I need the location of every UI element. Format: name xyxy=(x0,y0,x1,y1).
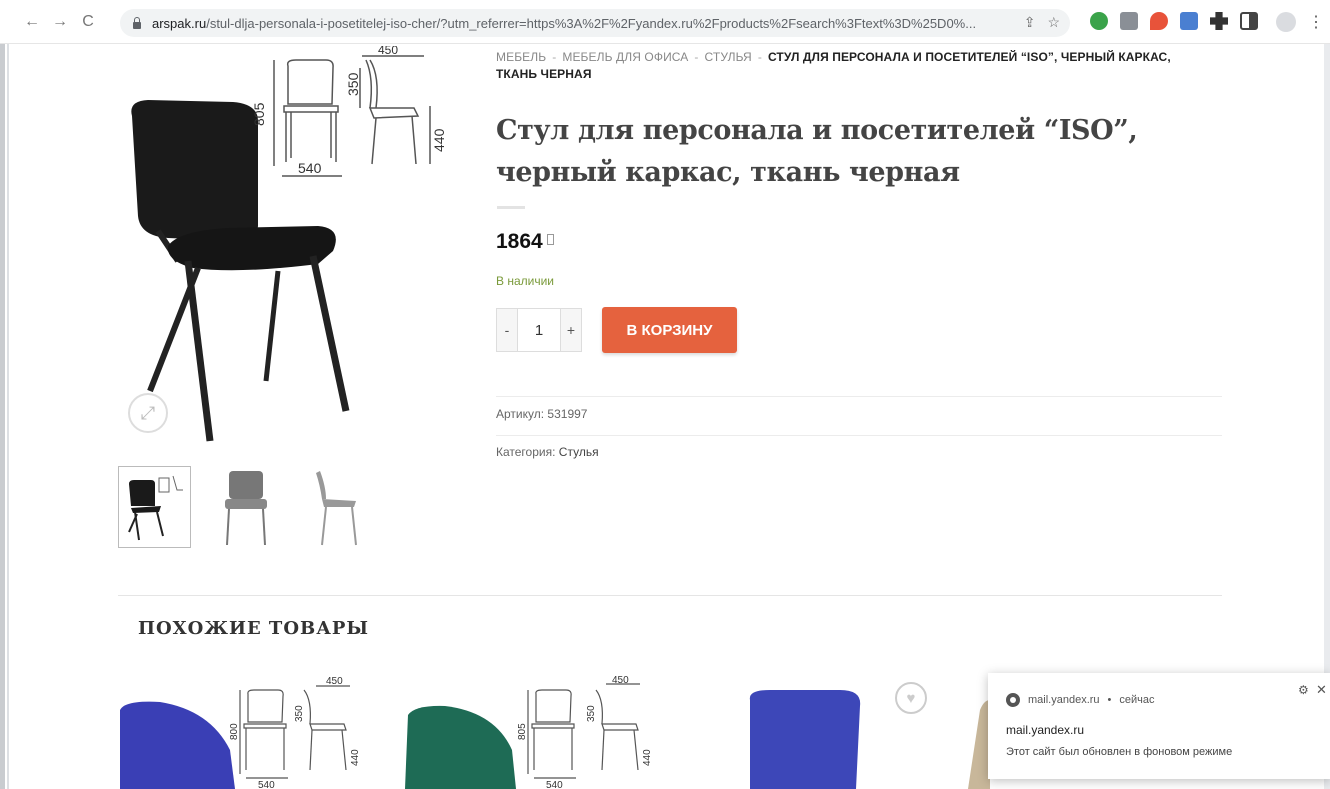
dim-label: 800 xyxy=(229,723,240,740)
window-edge xyxy=(0,44,12,789)
related-product-card-2[interactable]: 450 805 350 440 540 xyxy=(400,670,670,789)
add-to-cart-button[interactable]: В корзину xyxy=(602,307,737,353)
url-text[interactable]: arspak.ru/stul-dlja-personala-i-posetite… xyxy=(152,16,1012,31)
puzzle-extensions-icon[interactable] xyxy=(1210,12,1228,30)
dim-label: 540 xyxy=(546,780,563,789)
wishlist-heart-icon[interactable]: ♥ xyxy=(895,682,927,714)
share-icon[interactable]: ⇪ xyxy=(1024,14,1036,31)
url-path: /stul-dlja-personala-i-posetitelej-iso-c… xyxy=(206,15,977,31)
translate-extension-icon[interactable] xyxy=(1180,12,1198,30)
breadcrumb-link[interactable]: Стулья xyxy=(705,50,752,64)
dim-label: 540 xyxy=(258,780,275,789)
breadcrumb-separator: - xyxy=(694,50,699,64)
back-icon[interactable]: ← xyxy=(20,10,44,34)
dim-label: 440 xyxy=(642,749,653,766)
chair-back-view-icon xyxy=(224,471,267,546)
sku-label: Артикул: xyxy=(496,407,545,421)
breadcrumb: Мебель - Мебель для офиса - Стулья - Стул для … xyxy=(496,49,1196,83)
browser-menu-icon[interactable]: ⋮ xyxy=(1308,12,1324,32)
breadcrumb-link[interactable]: Мебель xyxy=(496,50,546,64)
browser-toolbar: ← → C arspak.ru/stul-dlja-personala-i-po… xyxy=(0,0,1330,44)
related-chair-image: 450 805 350 440 540 xyxy=(405,675,653,789)
breadcrumb-link[interactable]: Мебель для офиса xyxy=(562,50,688,64)
thumbnail-gallery xyxy=(118,466,373,548)
quantity-stepper: - 1 + xyxy=(496,308,582,352)
extension-icon[interactable] xyxy=(1150,12,1168,30)
lock-icon xyxy=(132,17,142,29)
notification-body: Этот сайт был обновлен в фоновом режиме xyxy=(1006,746,1233,758)
related-product-card-4[interactable] xyxy=(960,670,990,789)
dim-depth-label: 440 xyxy=(431,128,447,152)
extensions-bar xyxy=(1090,12,1258,30)
related-products-title: Похожие товары xyxy=(138,618,370,639)
product-main-image[interactable]: 805 540 350 440 450 xyxy=(118,43,480,456)
sku-value: 531997 xyxy=(547,407,588,421)
chair-side-view-icon xyxy=(315,471,357,546)
divider xyxy=(496,396,1222,397)
category-label: Категория: xyxy=(496,445,556,459)
category-row: Категория: Стулья xyxy=(496,445,599,459)
chair-illustration: 805 540 350 440 450 xyxy=(131,43,447,442)
related-chair-image: 450 800 350 440 540 xyxy=(120,676,361,789)
notification-time: сейчас xyxy=(1119,694,1155,706)
qty-input[interactable]: 1 xyxy=(517,309,561,351)
settings-gear-icon[interactable]: ⚙ xyxy=(1298,683,1309,697)
thumbnail-2[interactable] xyxy=(209,466,282,548)
related-product-card-1[interactable]: 450 800 350 440 540 xyxy=(120,670,380,789)
divider xyxy=(496,435,1222,436)
price-value: 1864 xyxy=(496,230,543,253)
dim-label: 350 xyxy=(586,705,597,722)
bookmark-star-icon[interactable]: ☆ xyxy=(1047,14,1060,31)
related-chair-image xyxy=(968,700,990,789)
chrome-icon xyxy=(1006,693,1020,707)
close-icon[interactable]: ✕ xyxy=(1316,682,1327,698)
currency-icon xyxy=(546,234,554,245)
thumbnail-1[interactable] xyxy=(118,466,191,548)
thumbnail-3[interactable] xyxy=(300,466,373,548)
profile-avatar-icon[interactable] xyxy=(1276,12,1296,32)
category-link[interactable]: Стулья xyxy=(559,445,599,459)
breadcrumb-separator: - xyxy=(757,50,762,64)
qty-minus-button[interactable]: - xyxy=(497,309,517,351)
dim-label: 350 xyxy=(294,705,305,722)
forward-icon[interactable]: → xyxy=(48,10,72,34)
dim-label: 450 xyxy=(612,675,629,686)
title-divider xyxy=(497,206,525,209)
browser-notification[interactable]: mail.yandex.ru • сейчас ⚙ ✕ mail.yandex.… xyxy=(988,673,1330,779)
url-host: arspak.ru xyxy=(152,15,207,31)
sku-row: Артикул: 531997 xyxy=(496,407,587,421)
notification-source: mail.yandex.ru xyxy=(1028,694,1100,706)
section-divider xyxy=(118,595,1222,596)
dim-top-label: 450 xyxy=(378,46,398,57)
dim-label: 805 xyxy=(517,723,528,740)
product-price: 1864 xyxy=(496,230,554,254)
chair-thumbnail-icon xyxy=(127,475,183,541)
dim-label: 450 xyxy=(326,676,343,687)
reload-icon[interactable]: C xyxy=(76,10,100,34)
extension-icon[interactable] xyxy=(1120,12,1138,30)
dim-label: 440 xyxy=(350,749,361,766)
nav-buttons: ← → C xyxy=(20,10,100,34)
dim-seat-height-label: 350 xyxy=(345,72,361,96)
notification-title: mail.yandex.ru xyxy=(1006,723,1085,737)
side-panel-icon[interactable] xyxy=(1240,12,1258,30)
stock-status: В наличии xyxy=(496,274,555,288)
evernote-extension-icon[interactable] xyxy=(1090,12,1108,30)
zoom-expand-icon[interactable]: ⤢ xyxy=(128,393,168,433)
dim-height-label: 805 xyxy=(251,102,267,126)
product-title: Стул для персонала и посетителей “ISO”, … xyxy=(496,115,1138,188)
address-bar[interactable]: arspak.ru/stul-dlja-personala-i-posetite… xyxy=(120,9,1070,37)
notification-dot: • xyxy=(1107,694,1112,706)
dim-width-label: 540 xyxy=(298,160,322,176)
breadcrumb-separator: - xyxy=(552,50,557,64)
qty-plus-button[interactable]: + xyxy=(561,309,581,351)
notification-header: mail.yandex.ru • сейчас xyxy=(1006,693,1155,707)
